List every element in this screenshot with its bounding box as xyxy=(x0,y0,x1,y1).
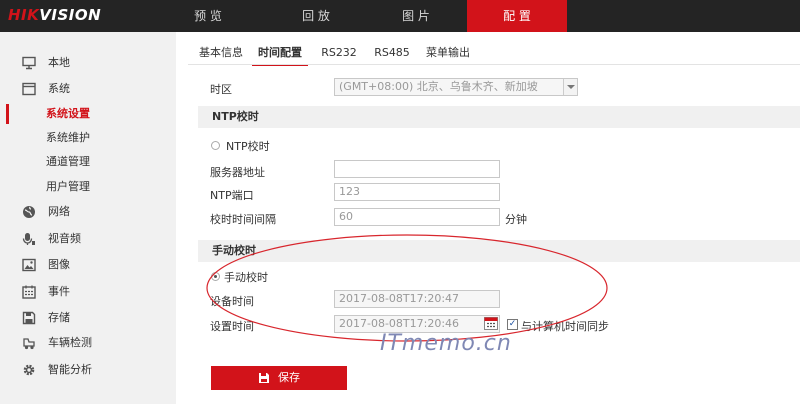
sidebar-item-system-settings[interactable]: 系统设置 xyxy=(0,102,176,126)
ntp-radio-label: NTP校时 xyxy=(226,140,270,153)
sidebar-item-intelligent-analysis[interactable]: 智能分析 xyxy=(0,358,176,382)
sidebar-item-label: 存储 xyxy=(48,311,70,324)
server-address-label: 服务器地址 xyxy=(210,166,265,179)
logo-white-part: VISION xyxy=(39,6,102,24)
sidebar-item-system-maintenance[interactable]: 系统维护 xyxy=(0,126,176,150)
tab-divider xyxy=(188,64,800,65)
sidebar-item-storage[interactable]: 存储 xyxy=(0,306,176,330)
nav-picture[interactable]: 图 片 xyxy=(366,0,466,32)
interval-unit: 分钟 xyxy=(505,213,527,226)
sidebar-item-label: 系统维护 xyxy=(46,131,90,144)
nav-configuration[interactable]: 配 置 xyxy=(467,0,567,32)
sidebar-item-label: 视音频 xyxy=(48,232,81,245)
hikvision-logo: HIKVISION xyxy=(8,6,101,24)
timezone-value: (GMT+08:00) 北京、乌鲁木齐、新加坡 xyxy=(339,80,538,93)
floppy-disk-icon xyxy=(259,373,269,383)
sidebar-item-image[interactable]: 图像 xyxy=(0,253,176,277)
save-button-label: 保存 xyxy=(278,371,300,384)
ntp-port-input[interactable]: 123 xyxy=(334,183,500,201)
nav-preview[interactable]: 预 览 xyxy=(158,0,258,32)
sidebar-item-label: 网络 xyxy=(48,205,70,218)
sidebar-item-label: 图像 xyxy=(48,258,70,271)
manual-radio-label: 手动校时 xyxy=(224,271,268,284)
timezone-select[interactable]: (GMT+08:00) 北京、乌鲁木齐、新加坡 xyxy=(334,78,578,96)
window-icon xyxy=(22,82,36,96)
set-time-label: 设置时间 xyxy=(210,320,254,333)
sidebar-item-system[interactable]: 系统 xyxy=(0,77,176,101)
nav-playback[interactable]: 回 放 xyxy=(266,0,366,32)
sidebar-item-label: 系统 xyxy=(48,82,70,95)
tab-rs232[interactable]: RS232 xyxy=(319,44,359,66)
active-indicator xyxy=(6,104,9,124)
sidebar-item-channel-management[interactable]: 通道管理 xyxy=(0,150,176,174)
tab-menu-output[interactable]: 菜单输出 xyxy=(424,44,472,66)
sidebar-item-label: 系统设置 xyxy=(46,107,90,120)
interval-label: 校时时间间隔 xyxy=(210,213,276,226)
calendar-icon xyxy=(22,285,36,299)
sidebar-item-user-management[interactable]: 用户管理 xyxy=(0,175,176,199)
gear-icon xyxy=(23,364,35,376)
image-icon xyxy=(22,258,36,272)
logo-red-part: HIK xyxy=(8,6,40,24)
tab-rs485[interactable]: RS485 xyxy=(372,44,412,66)
sidebar-item-vehicle-detection[interactable]: 车辆检测 xyxy=(0,331,176,355)
sidebar-item-network[interactable]: 网络 xyxy=(0,200,176,224)
ntp-port-label: NTP端口 xyxy=(210,189,254,202)
server-address-input[interactable] xyxy=(334,160,500,178)
device-time-field: 2017-08-08T17:20:47 xyxy=(334,290,500,308)
sidebar-item-label: 通道管理 xyxy=(46,155,90,168)
chevron-down-icon xyxy=(563,79,577,95)
top-navigation-bar: HIKVISION 预 览 回 放 图 片 配 置 xyxy=(0,0,800,32)
sidebar: 本地 系统 系统设置 系统维护 通道管理 用户管理 网络 视音频 图像 事件 存… xyxy=(0,32,176,404)
sidebar-item-event[interactable]: 事件 xyxy=(0,280,176,304)
car-icon xyxy=(23,338,35,350)
sidebar-item-label: 事件 xyxy=(48,285,70,298)
ntp-radio[interactable] xyxy=(211,141,220,150)
manual-radio[interactable] xyxy=(211,272,220,281)
mic-icon xyxy=(22,233,35,245)
sidebar-item-label: 智能分析 xyxy=(48,363,92,376)
monitor-icon xyxy=(22,56,36,70)
watermark: ITmemo.cn xyxy=(380,331,512,356)
disk-icon xyxy=(22,311,36,325)
globe-icon xyxy=(23,206,35,218)
sidebar-item-label: 车辆检测 xyxy=(48,336,92,349)
tab-basic-info[interactable]: 基本信息 xyxy=(199,44,243,66)
tab-time-settings[interactable]: 时间配置 xyxy=(252,44,308,66)
sidebar-item-label: 用户管理 xyxy=(46,180,90,193)
sidebar-item-video-audio[interactable]: 视音频 xyxy=(0,227,176,251)
interval-input[interactable]: 60 xyxy=(334,208,500,226)
sidebar-item-local[interactable]: 本地 xyxy=(0,51,176,75)
sidebar-item-label: 本地 xyxy=(48,56,70,69)
device-time-label: 设备时间 xyxy=(210,295,254,308)
sync-computer-label: 与计算机时间同步 xyxy=(521,320,609,333)
manual-section-header: 手动校时 xyxy=(198,240,800,262)
calendar-picker-icon[interactable] xyxy=(484,316,498,330)
timezone-label: 时区 xyxy=(210,83,232,96)
sync-computer-checkbox[interactable]: ✓ xyxy=(507,319,518,330)
ntp-section-header: NTP校时 xyxy=(198,106,800,128)
save-button[interactable]: 保存 xyxy=(211,366,347,390)
